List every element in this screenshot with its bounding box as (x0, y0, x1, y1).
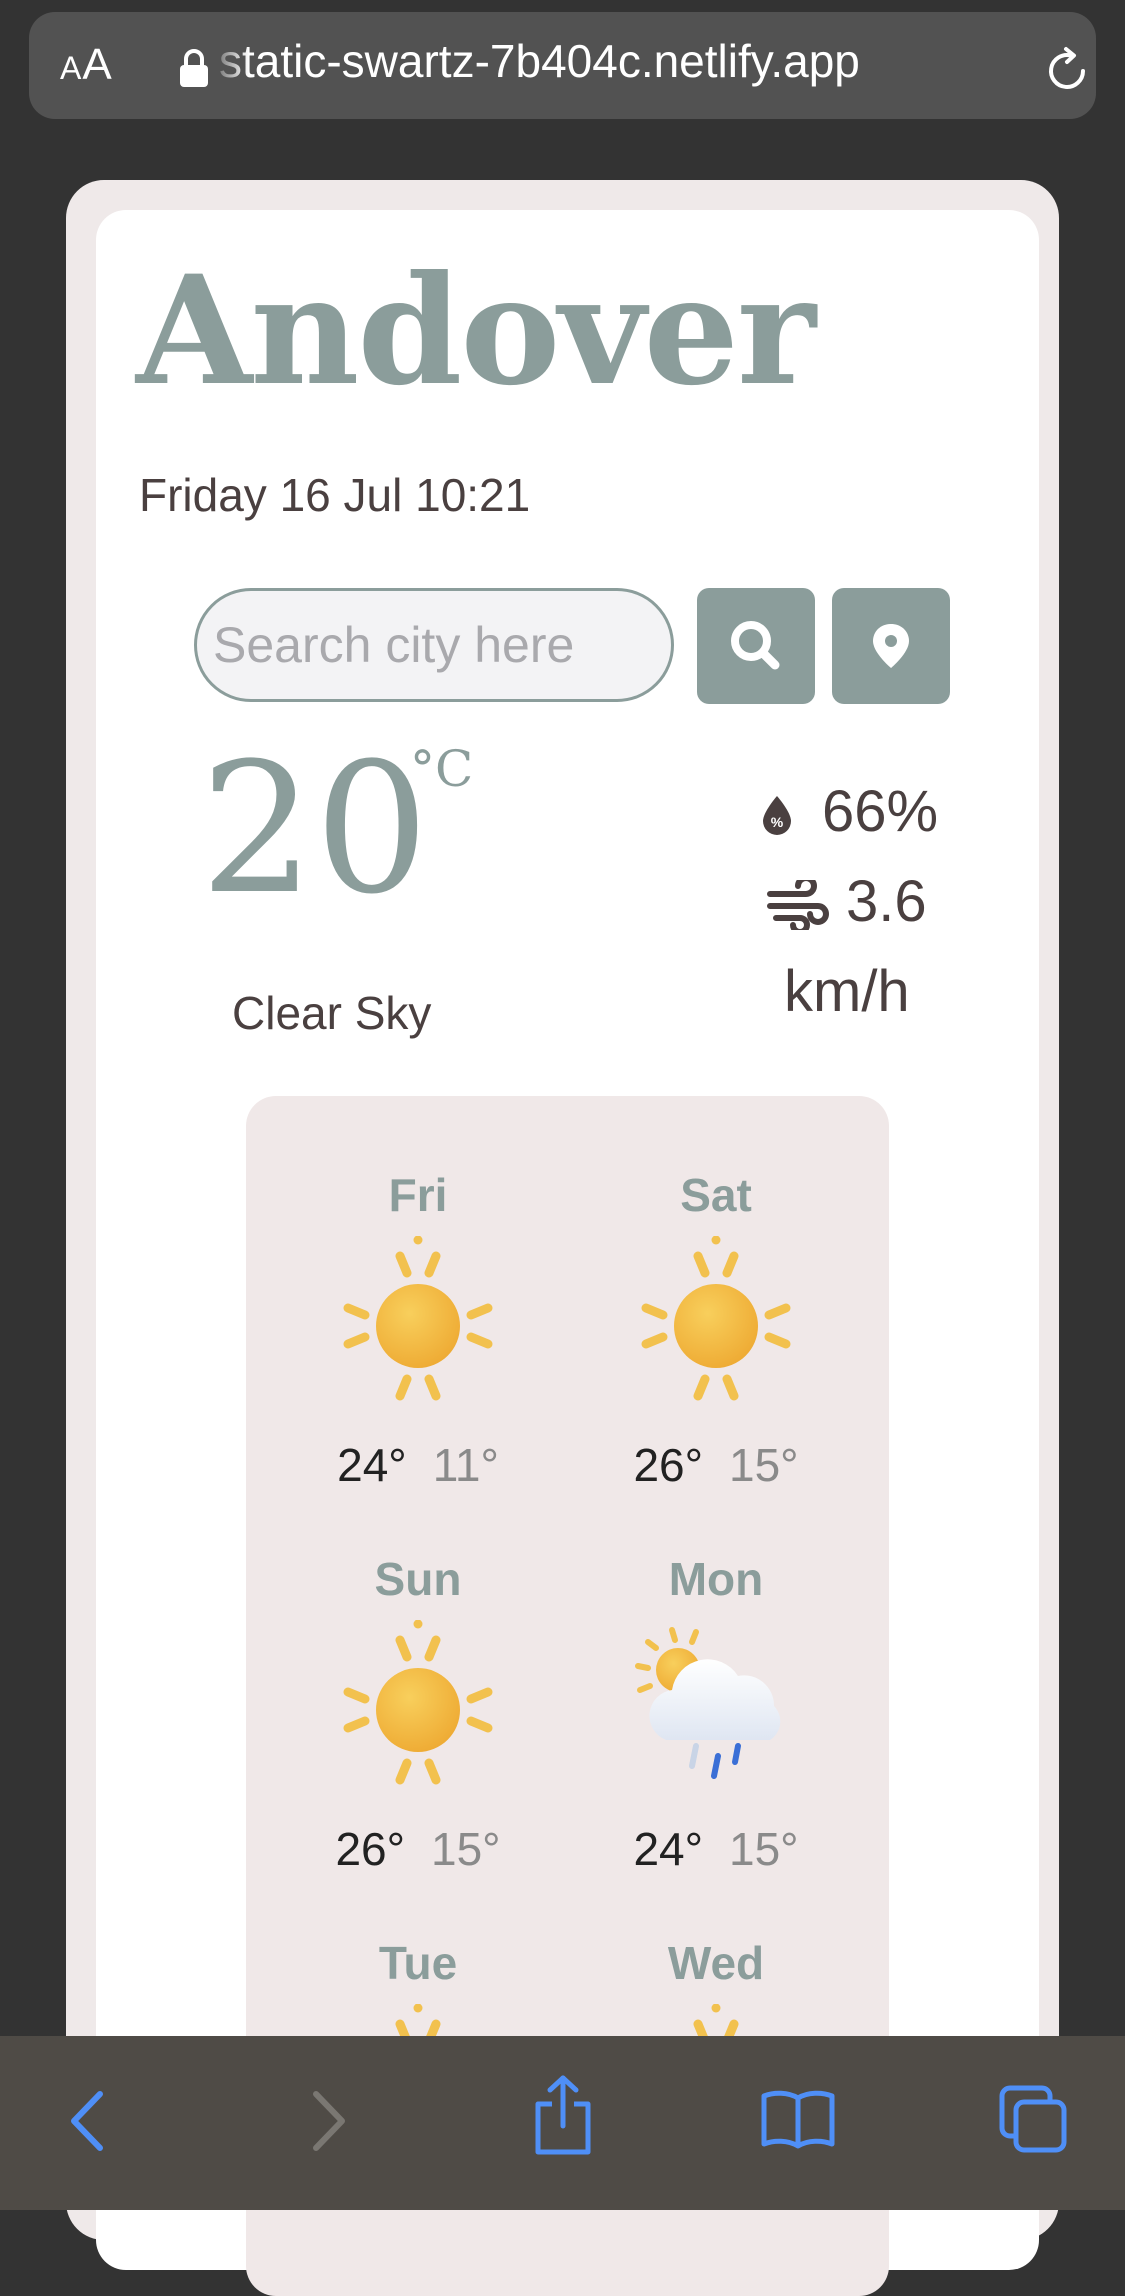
back-icon[interactable] (62, 2086, 112, 2156)
tabs-icon[interactable] (998, 2084, 1070, 2156)
share-icon[interactable] (530, 2074, 596, 2158)
current-datetime: Friday 16 Jul 10:21 (139, 469, 531, 521)
city-name: Andover (136, 243, 816, 419)
text-size-button[interactable]: AA (60, 40, 113, 90)
browser-toolbar (0, 2036, 1125, 2210)
reload-icon[interactable] (1043, 46, 1093, 96)
current-location-button[interactable] (832, 588, 950, 704)
forecast-day: Sun 26° 15° (268, 1552, 568, 1876)
search-input[interactable] (194, 588, 674, 702)
forecast-day-name: Sat (680, 1169, 752, 1221)
forecast-day-name: Fri (388, 1169, 448, 1221)
forecast-day: Fri 24° 11° (268, 1168, 568, 1492)
lock-icon (180, 49, 208, 87)
humidity-value: 66% (822, 779, 939, 844)
forecast-day-name: Sun (374, 1553, 462, 1605)
temperature-unit[interactable]: °C (410, 740, 473, 798)
forecast-max-temp: 26° (335, 1823, 405, 1875)
search-button[interactable] (697, 588, 815, 704)
forecast-max-temp: 24° (633, 1823, 703, 1875)
forecast-day-name: Mon (668, 1553, 764, 1605)
wind-speed-value: 3.6 (846, 869, 927, 934)
url-text[interactable]: static-swartz-7b404c.netlify.app (219, 34, 999, 88)
search-icon (731, 621, 780, 670)
sun-icon (328, 1236, 508, 1416)
forecast-min-temp: 15° (431, 1823, 501, 1875)
weather-description: Clear Sky (232, 987, 432, 1039)
forecast-min-temp: 11° (432, 1439, 499, 1491)
forecast-day: Mon 24° 15° (566, 1552, 866, 1876)
current-temperature: 20 (200, 725, 430, 934)
svg-text:%: % (771, 814, 784, 830)
wind-speed-unit: km/h (784, 959, 910, 1024)
sun-icon (626, 1236, 806, 1416)
forecast-min-temp: 15° (729, 1823, 799, 1875)
forecast-min-temp: 15° (729, 1439, 799, 1491)
address-bar[interactable]: AA static-swartz-7b404c.netlify.app (29, 12, 1096, 119)
forecast-max-temp: 26° (633, 1439, 703, 1491)
forecast-max-temp: 24° (337, 1439, 407, 1491)
forecast-day-name: Tue (378, 1937, 458, 1989)
map-pin-icon (873, 624, 909, 668)
sun-icon (328, 1620, 508, 1800)
humidity-icon: % (763, 796, 791, 835)
wind-icon (767, 880, 829, 930)
bookmarks-icon[interactable] (760, 2088, 836, 2150)
sun-rain-cloud-icon (626, 1620, 806, 1800)
forward-icon[interactable] (304, 2086, 354, 2156)
url-fade (209, 34, 249, 94)
forecast-day: Sat 26° 15° (566, 1168, 866, 1492)
forecast-day-name: Wed (667, 1937, 765, 1989)
